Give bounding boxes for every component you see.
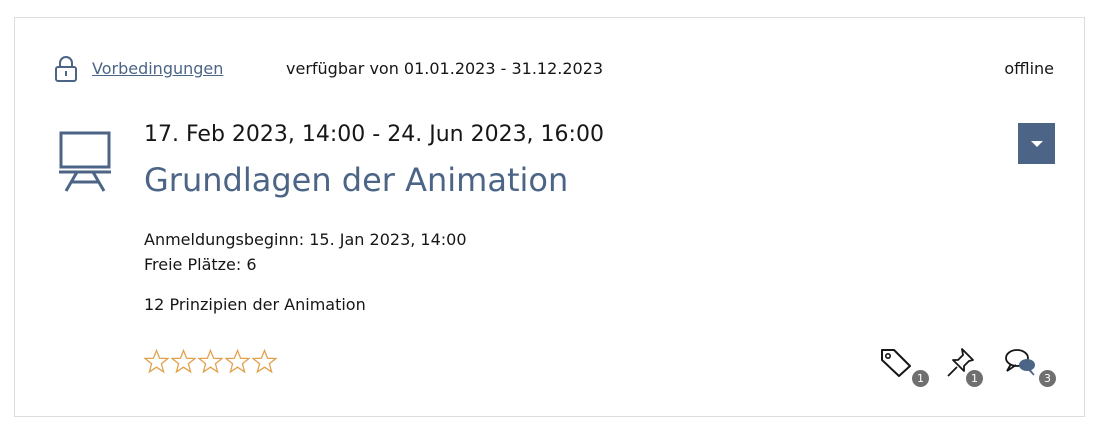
session-title-link[interactable]: Grundlagen der Animation xyxy=(144,161,568,199)
prerequisites-link[interactable]: Vorbedingungen xyxy=(92,59,223,78)
status-offline: offline xyxy=(1004,59,1054,78)
lock-icon xyxy=(55,56,77,82)
tag-icon xyxy=(881,349,911,377)
tags-count-badge: 1 xyxy=(912,370,929,387)
notes-button[interactable]: 1 xyxy=(945,347,985,389)
star-icon[interactable] xyxy=(144,348,169,375)
registration-start: Anmeldungsbeginn: 15. Jan 2023, 14:00 xyxy=(144,230,467,249)
comments-count-badge: 3 xyxy=(1039,370,1056,387)
presentation-board-icon xyxy=(59,131,111,192)
session-description: 12 Prinzipien der Animation xyxy=(144,295,366,314)
notes-count-badge: 1 xyxy=(966,370,983,387)
chevron-down-icon xyxy=(1031,141,1043,147)
star-icon[interactable] xyxy=(198,348,223,375)
star-icon[interactable] xyxy=(171,348,196,375)
session-dates: 17. Feb 2023, 14:00 - 24. Jun 2023, 16:0… xyxy=(144,122,604,147)
actions-dropdown-button[interactable] xyxy=(1018,123,1055,164)
star-rating xyxy=(144,348,277,378)
star-icon[interactable] xyxy=(252,348,277,375)
availability-text: verfügbar von 01.01.2023 - 31.12.2023 xyxy=(286,59,604,78)
tags-button[interactable]: 1 xyxy=(879,347,931,389)
comment-icon xyxy=(1005,349,1035,376)
comments-button[interactable]: 3 xyxy=(1003,347,1059,389)
free-seats: Freie Plätze: 6 xyxy=(144,255,257,274)
star-icon[interactable] xyxy=(225,348,250,375)
session-card: Vorbedingungen verfügbar von 01.01.2023 … xyxy=(14,17,1085,417)
